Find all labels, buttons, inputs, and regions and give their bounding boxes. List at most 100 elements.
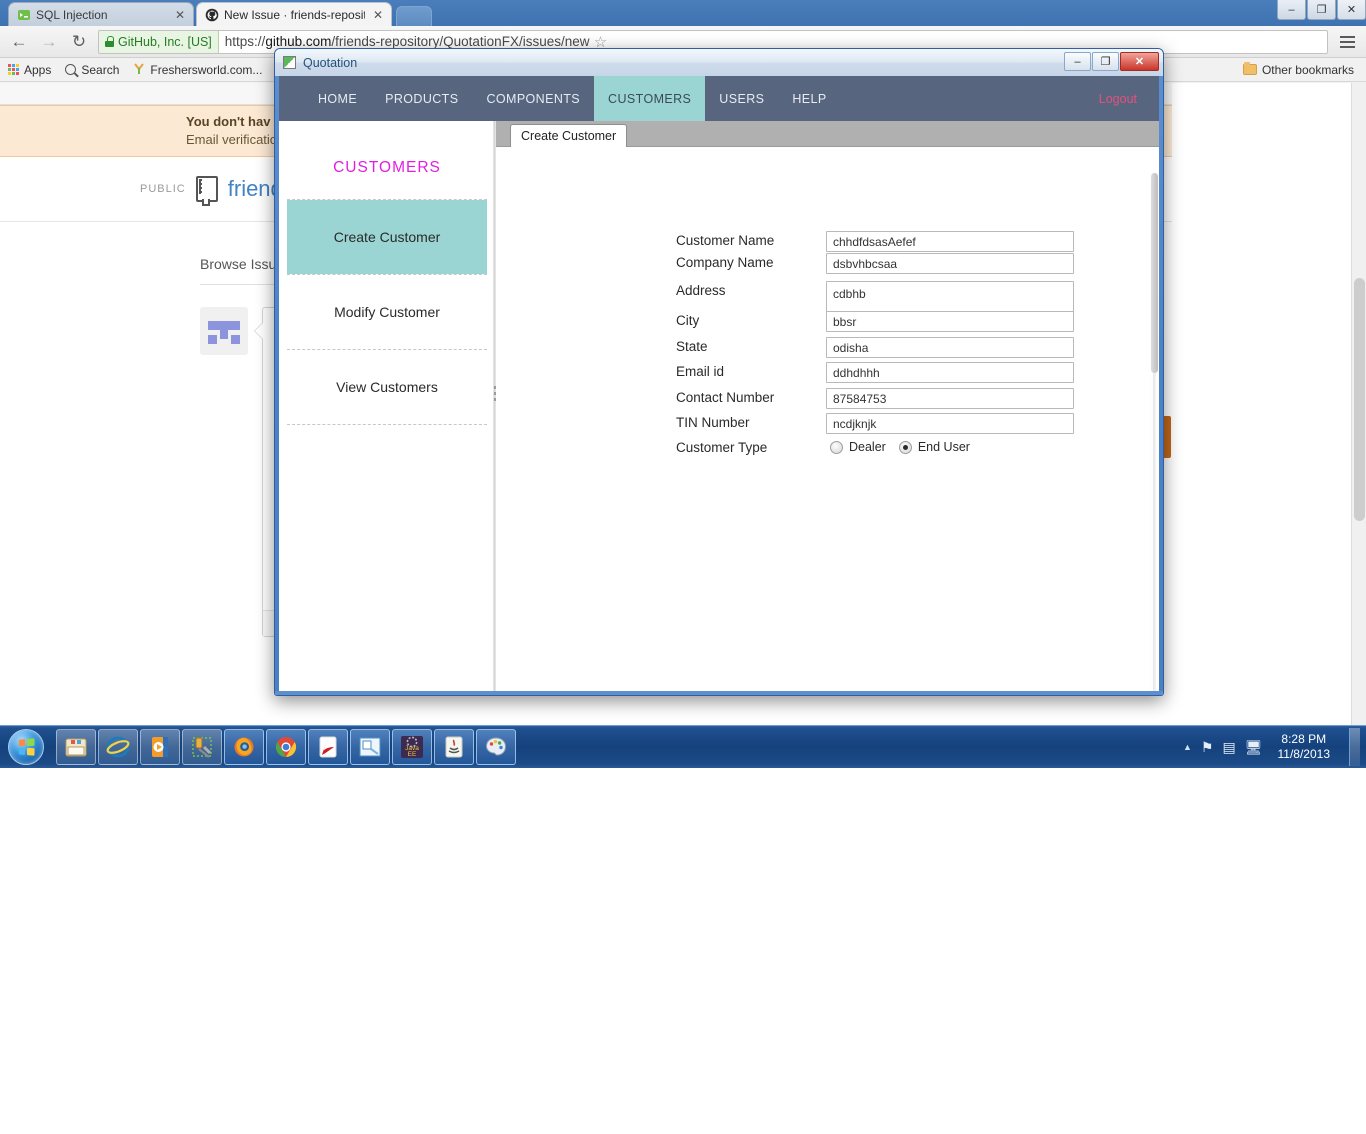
close-button[interactable]: ✕ <box>1337 0 1366 20</box>
security-label: GitHub, Inc. [US] <box>118 34 212 49</box>
svg-text:EE: EE <box>408 751 417 758</box>
address-input[interactable]: cdbhb <box>826 281 1074 314</box>
field-label: Company Name <box>676 255 774 270</box>
bookmark-label: Search <box>81 62 120 77</box>
page-scrollbar-thumb[interactable] <box>1354 278 1365 521</box>
tin-number-input[interactable]: ncdjknjk <box>826 413 1074 434</box>
field-label: City <box>676 313 700 328</box>
chrome-menu-icon[interactable] <box>1336 35 1358 48</box>
customer-type-radio-group: Dealer End User <box>826 438 970 454</box>
browser-window-controls: – ❐ ✕ <box>1276 0 1366 20</box>
start-button[interactable] <box>2 727 50 767</box>
show-hidden-icons-button[interactable]: ▲ <box>1183 742 1192 752</box>
app-body: HOME PRODUCTS COMPONENTS CUSTOMERS USERS… <box>279 76 1159 691</box>
other-bookmarks-label: Other bookmarks <box>1261 62 1354 77</box>
new-tab-button[interactable] <box>396 6 432 26</box>
field-row-state: State odisha <box>676 337 1074 358</box>
field-row-company-name: Company Name dsbvhbcsaa <box>676 253 1074 274</box>
bookmark-apps[interactable]: Apps <box>8 63 51 77</box>
radio-label: End User <box>917 440 970 454</box>
field-row-customer-type: Customer Type Dealer End User <box>676 438 970 455</box>
bookmark-freshersworld[interactable]: Freshersworld.com... <box>133 62 262 78</box>
state-input[interactable]: odisha <box>826 337 1074 358</box>
field-label: Customer Type <box>676 440 768 455</box>
minimize-button[interactable]: – <box>1277 0 1306 20</box>
city-input[interactable]: bbsr <box>826 311 1074 332</box>
sidebar-item-view-customers[interactable]: View Customers <box>287 350 487 424</box>
browser-tab-sql-injection[interactable]: SQL Injection ✕ <box>8 2 194 26</box>
company-name-input[interactable]: dsbvhbcsaa <box>826 253 1074 274</box>
forward-icon[interactable]: → <box>38 31 60 53</box>
logout-button[interactable]: Logout <box>1077 76 1159 121</box>
field-row-customer-name: Customer Name chhdfdsasAefef <box>676 231 1074 252</box>
page-scrollbar[interactable] <box>1351 83 1366 725</box>
tab-create-customer[interactable]: Create Customer <box>510 124 628 147</box>
content-scrollbar[interactable] <box>1150 173 1159 691</box>
app-close-button[interactable]: ✕ <box>1120 52 1159 71</box>
apps-grid-icon <box>8 64 19 75</box>
back-icon[interactable]: ← <box>8 31 30 53</box>
media-player-icon[interactable] <box>140 729 180 765</box>
radio-end-user-dot[interactable] <box>898 440 912 454</box>
radio-dealer-dot[interactable] <box>830 440 843 454</box>
app-navbar: HOME PRODUCTS COMPONENTS CUSTOMERS USERS… <box>279 76 1159 121</box>
nav-item-products[interactable]: PRODUCTS <box>371 76 472 121</box>
java-ee-ide-icon[interactable]: Java EE <box>392 729 432 765</box>
page-side-accent <box>1163 416 1171 458</box>
close-icon[interactable]: ✕ <box>370 9 383 21</box>
quotation-app-window: Quotation – ❐ ✕ HOME PRODUCTS COMPONENTS… <box>274 48 1164 696</box>
radio-dealer[interactable]: Dealer <box>830 440 886 454</box>
network-icon[interactable]: 🖥 <box>1245 739 1263 756</box>
firefox-icon[interactable] <box>224 729 264 765</box>
url-text: https://github.com/friends-repository/Qu… <box>219 34 590 49</box>
app-minimize-button[interactable]: – <box>1064 52 1091 71</box>
scrollbar-thumb[interactable] <box>1151 173 1158 373</box>
show-desktop-button[interactable] <box>1349 728 1360 766</box>
contact-number-input[interactable]: 87584753 <box>826 388 1074 409</box>
windows-taskbar: Java EE ▲ ⚑ ▤ 🖥 8:28 PM 11/8/2013 <box>0 725 1366 768</box>
system-tray: ▲ ⚑ ▤ 🖥 8:28 PM 11/8/2013 <box>1183 728 1366 766</box>
other-bookmarks-button[interactable]: Other bookmarks <box>1242 62 1358 77</box>
field-row-address: Address cdbhb <box>676 281 1074 314</box>
nav-item-help[interactable]: HELP <box>778 76 840 121</box>
email-id-input[interactable]: ddhdhhh <box>826 362 1074 383</box>
nav-item-users[interactable]: USERS <box>705 76 778 121</box>
sidebar-item-create-customer[interactable]: Create Customer <box>287 200 487 274</box>
sidebar-title: CUSTOMERS <box>333 159 441 176</box>
nav-item-customers[interactable]: CUSTOMERS <box>594 76 706 121</box>
nav-item-components[interactable]: COMPONENTS <box>472 76 594 121</box>
tools-icon[interactable] <box>182 729 222 765</box>
field-label: Address <box>676 283 726 298</box>
clock[interactable]: 8:28 PM 11/8/2013 <box>1272 732 1337 762</box>
field-label: State <box>676 339 708 354</box>
freshersworld-icon <box>133 62 145 78</box>
action-center-flag-icon[interactable]: ⚑ <box>1201 739 1214 756</box>
create-customer-form: Customer Name chhdfdsasAefef Company Nam… <box>496 147 1159 691</box>
snipping-tool-icon[interactable] <box>350 729 390 765</box>
customer-name-input[interactable]: chhdfdsasAefef <box>826 231 1074 252</box>
app-title-bar[interactable]: Quotation – ❐ ✕ <box>275 49 1163 76</box>
paint-icon[interactable] <box>476 729 516 765</box>
avatar <box>200 307 248 355</box>
field-row-tin-number: TIN Number ncdjknjk <box>676 413 1074 434</box>
tab-title: New Issue · friends-reposit <box>224 7 365 22</box>
clock-date: 11/8/2013 <box>1277 747 1331 761</box>
browse-issues-label[interactable]: Browse Issu <box>200 256 276 272</box>
windows-explorer-icon[interactable] <box>56 729 96 765</box>
reload-icon[interactable]: ↻ <box>68 31 90 53</box>
browser-tab-new-issue[interactable]: New Issue · friends-reposit ✕ <box>196 2 392 26</box>
taskbar-items: Java EE <box>56 729 516 765</box>
adobe-acrobat-icon[interactable] <box>308 729 348 765</box>
internet-explorer-icon[interactable] <box>98 729 138 765</box>
maximize-button[interactable]: ❐ <box>1307 0 1336 20</box>
removable-media-icon[interactable]: ▤ <box>1222 739 1235 756</box>
url-path: /friends-repository/QuotationFX/issues/n… <box>331 34 590 49</box>
bookmark-search[interactable]: Search <box>65 63 119 77</box>
nav-item-home[interactable]: HOME <box>304 76 371 121</box>
sidebar-item-modify-customer[interactable]: Modify Customer <box>287 275 487 349</box>
java-icon[interactable] <box>434 729 474 765</box>
close-icon[interactable]: ✕ <box>172 9 185 21</box>
radio-end-user[interactable]: End User <box>898 440 970 454</box>
chrome-icon[interactable] <box>266 729 306 765</box>
app-maximize-button[interactable]: ❐ <box>1092 52 1119 71</box>
